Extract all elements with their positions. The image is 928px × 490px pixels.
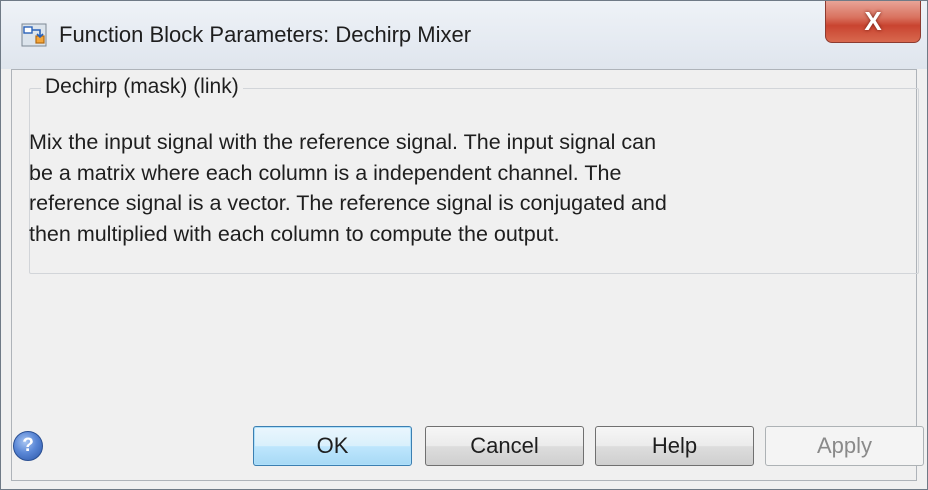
cancel-button[interactable]: Cancel <box>425 426 584 466</box>
group-legend: Dechirp (mask) (link) <box>41 75 243 99</box>
close-button[interactable]: X <box>825 1 921 43</box>
apply-button[interactable]: Apply <box>765 426 924 466</box>
close-icon: X <box>864 6 882 36</box>
dialog-window: Function Block Parameters: Dechirp Mixer… <box>0 0 928 490</box>
description-line: reference signal is a vector. The refere… <box>29 191 667 215</box>
window-title: Function Block Parameters: Dechirp Mixer <box>59 22 472 47</box>
question-help-icon[interactable]: ? <box>13 431 43 461</box>
title-bar[interactable]: Function Block Parameters: Dechirp Mixer… <box>1 1 927 69</box>
simulink-block-icon <box>21 23 47 47</box>
ok-button[interactable]: OK <box>253 426 412 466</box>
block-description: Mix the input signal with the reference … <box>29 127 899 249</box>
question-mark-glyph: ? <box>22 435 34 456</box>
help-button[interactable]: Help <box>595 426 754 466</box>
description-line: be a matrix where each column is a indep… <box>29 160 622 185</box>
description-line: Mix the input signal with the reference … <box>29 130 657 154</box>
description-line: then multiplied with each column to comp… <box>29 221 560 246</box>
